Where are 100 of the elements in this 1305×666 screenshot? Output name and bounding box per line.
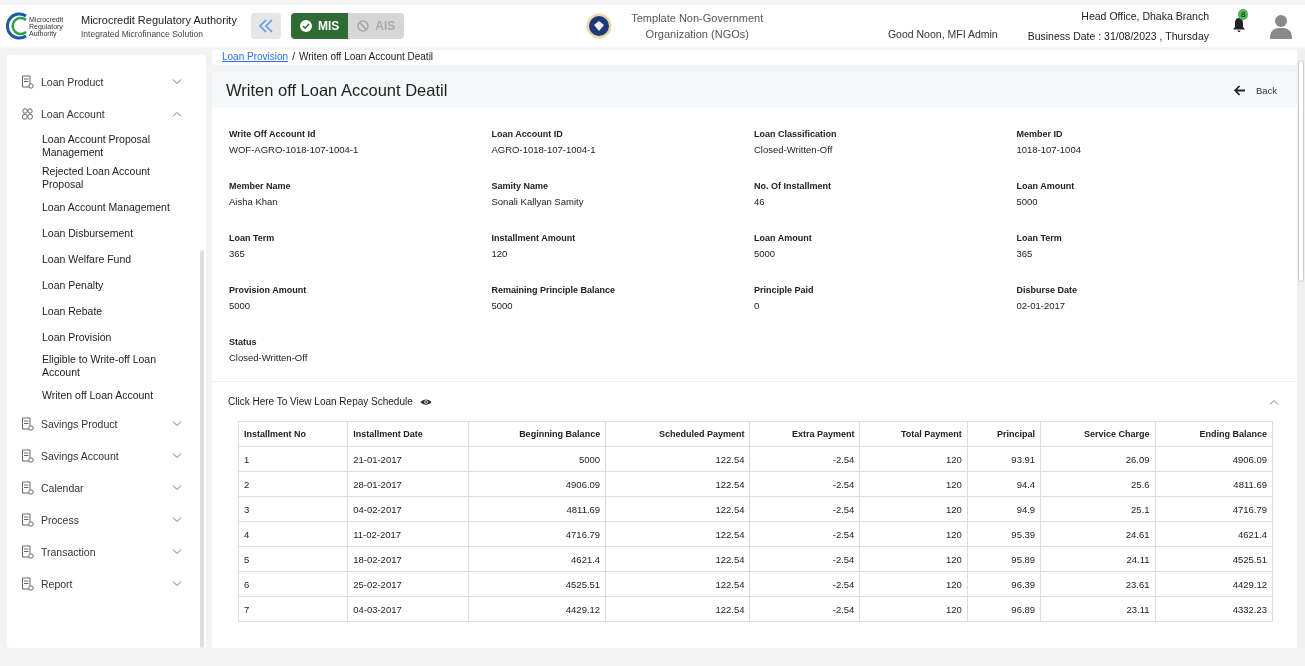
- user-avatar-icon: [1269, 13, 1293, 39]
- bell-icon: [1232, 17, 1246, 33]
- document-icon: [21, 545, 34, 559]
- collapse-button[interactable]: [250, 13, 281, 39]
- field-value: AGRO-1018-107-1004-1: [491, 144, 597, 155]
- sidebar-subitem[interactable]: Loan Account Management: [42, 194, 184, 220]
- field-label: Loan Term: [1016, 232, 1063, 245]
- breadcrumb-current: Writen off Loan Account Deatil: [298, 51, 434, 62]
- sidebar-item[interactable]: Loan Product: [7, 66, 200, 98]
- table-cell: 122.54: [605, 471, 750, 497]
- sidebar-subitem[interactable]: Rejected Loan Account Proposal: [42, 162, 184, 194]
- field-label: Loan Amount: [754, 232, 813, 245]
- double-chevron-left-icon: [257, 19, 274, 33]
- arrow-left-icon: [1233, 84, 1246, 96]
- table-cell: 122.54: [605, 571, 750, 597]
- field-value: Closed-Written-Off: [754, 144, 834, 155]
- sidebar-item[interactable]: Transaction: [7, 536, 200, 568]
- column-header: Installment Date: [347, 421, 469, 447]
- column-header: Installment No: [238, 421, 348, 447]
- sidebar-item[interactable]: Calendar: [7, 472, 200, 504]
- column-header: Service Charge: [1040, 421, 1156, 447]
- field-label: Loan Account ID: [491, 128, 564, 141]
- table-cell: 93.91: [967, 446, 1041, 472]
- table-cell: 1: [238, 446, 348, 472]
- notification-button[interactable]: [1231, 17, 1247, 35]
- table-cell: 21-01-2017: [347, 446, 469, 472]
- organization-name: Template Non-Government Organization (NGOs): [630, 11, 765, 42]
- business-date: Business Date : 31/08/2023 , Thursday: [1027, 30, 1209, 42]
- table-cell: 04-03-2017: [347, 596, 469, 622]
- module-tab[interactable]: MIS: [290, 13, 349, 39]
- table-cell: 04-02-2017: [347, 496, 469, 522]
- sidebar-item[interactable]: Report: [7, 568, 200, 600]
- table-cell: 4906.09: [468, 471, 606, 497]
- table-cell: 122.54: [605, 446, 750, 472]
- table-cell: 122.54: [605, 496, 750, 522]
- table-cell: 4811.69: [1155, 471, 1273, 497]
- prohibited-icon: [357, 20, 370, 32]
- table-cell: -2.54: [749, 446, 860, 472]
- table-cell: 120: [859, 471, 968, 497]
- greeting-text: Good Noon, MFI Admin: [887, 28, 998, 40]
- table-cell: 94.4: [967, 471, 1041, 497]
- field-value: 5000: [754, 248, 777, 259]
- check-circle-icon: [299, 20, 312, 32]
- sidebar-subitem[interactable]: Loan Account Proposal Management: [42, 130, 184, 162]
- seal-emblem-icon: [586, 13, 613, 39]
- table-cell: 3: [238, 496, 348, 522]
- page-title: Writen off Loan Account Deatil: [226, 80, 448, 100]
- column-header: Principal: [967, 421, 1041, 447]
- sidebar-subitem[interactable]: Loan Provision: [42, 324, 184, 350]
- sidebar-item[interactable]: Savings Product: [7, 408, 200, 440]
- field-label: Loan Classification: [754, 128, 838, 141]
- table-cell: 95.39: [967, 521, 1041, 547]
- table-cell: 25.6: [1040, 471, 1156, 497]
- field-value: 365: [229, 248, 246, 259]
- org-name: Microcredit Regulatory Authority: [81, 13, 237, 26]
- table-cell: -2.54: [749, 596, 860, 622]
- field-value: 5000: [491, 300, 514, 311]
- field-value: 1018-107-1004: [1016, 144, 1082, 155]
- breadcrumb-separator: /: [292, 51, 295, 62]
- field-label: Loan Term: [229, 232, 276, 245]
- table-cell: -2.54: [749, 496, 860, 522]
- table-cell: 120: [859, 571, 968, 597]
- table-cell: 4716.79: [1155, 496, 1273, 522]
- table-cell: 120: [859, 546, 968, 572]
- breadcrumb-link[interactable]: Loan Provision: [222, 51, 289, 62]
- field-label: Member ID: [1016, 128, 1064, 141]
- back-button[interactable]: Back: [1227, 83, 1283, 97]
- branch-name: Head Office, Dhaka Branch: [1080, 10, 1209, 22]
- table-cell: 4811.69: [468, 496, 606, 522]
- table-cell: 122.54: [605, 596, 750, 622]
- table-cell: 4332.23: [1155, 596, 1273, 622]
- logo-rings-icon: [6, 11, 28, 41]
- notification-count: 8: [1238, 9, 1249, 20]
- column-header: Ending Balance: [1155, 421, 1273, 447]
- field-value: 365: [1016, 248, 1034, 259]
- table-cell: 4716.79: [468, 521, 606, 547]
- field-value: 0: [754, 300, 761, 311]
- sidebar-subitem[interactable]: Writen off Loan Account: [42, 382, 184, 408]
- sidebar-subitem[interactable]: Loan Welfare Fund: [42, 246, 184, 272]
- field-value: WOF-AGRO-1018-107-1004-1: [229, 144, 360, 155]
- field-label: Member Name: [229, 180, 292, 193]
- table-cell: 4621.4: [468, 546, 606, 572]
- schedule-toggle-link[interactable]: Click Here To View Loan Repay Schedule: [228, 396, 432, 407]
- table-cell: 6: [238, 571, 348, 597]
- table-cell: 94.9: [967, 496, 1041, 522]
- table-cell: 4429.12: [468, 596, 606, 622]
- table-cell: 4525.51: [468, 571, 606, 597]
- field-value: 02-01-2017: [1016, 300, 1067, 311]
- sidebar-item[interactable]: Loan Account: [7, 98, 200, 130]
- sidebar-subitem[interactable]: Eligible to Write-off Loan Account: [42, 350, 184, 382]
- field-label: No. Of Installment: [754, 180, 832, 193]
- field-value: 5000: [1016, 196, 1039, 207]
- field-value: Closed-Written-Off: [229, 352, 309, 363]
- sidebar-item[interactable]: Savings Account: [7, 440, 200, 472]
- sidebar-item[interactable]: Process: [7, 504, 200, 536]
- sidebar-subitem[interactable]: Loan Disbursement: [42, 220, 184, 246]
- table-cell: 25.1: [1040, 496, 1156, 522]
- sidebar-subitem[interactable]: Loan Penalty: [42, 272, 184, 298]
- table-cell: 25-02-2017: [347, 571, 469, 597]
- sidebar-subitem[interactable]: Loan Rebate: [42, 298, 184, 324]
